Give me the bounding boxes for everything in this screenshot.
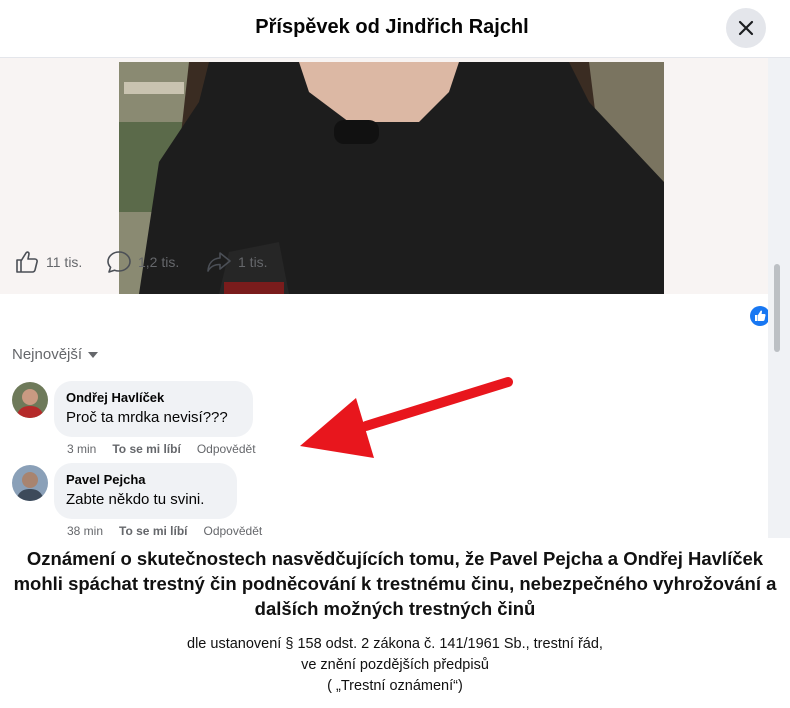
comments-count: 1,2 tis. (138, 254, 180, 270)
red-arrow-annotation (300, 377, 513, 458)
like-action[interactable]: 11 tis. (14, 250, 94, 274)
legal-notice: Oznámení o skutečnostech nasvědčujících … (0, 538, 790, 708)
notice-subtitle: dle ustanovení § 158 odst. 2 zákona č. 1… (0, 634, 790, 697)
dialog-title: Příspěvek od Jindřich Rajchl (255, 16, 529, 38)
chevron-down-icon (88, 352, 99, 359)
post-stats-bar: 11 tis. 1,2 tis. 1 tis. (0, 244, 768, 280)
like-reaction-badge[interactable] (750, 306, 770, 326)
sort-label: Nejnovější (12, 346, 83, 363)
thumbs-up-icon (16, 251, 38, 273)
close-icon (738, 20, 754, 36)
share-icon (207, 252, 231, 272)
post-dialog-header: Příspěvek od Jindřich Rajchl (0, 0, 790, 58)
share-action[interactable]: 1 tis. (206, 250, 286, 274)
avatar-image (12, 382, 48, 418)
reply-link[interactable]: Odpovědět (204, 524, 263, 538)
comment-icon (107, 251, 131, 273)
notice-line-3: ( „Trestní oznámení“) (327, 678, 463, 694)
shares-count: 1 tis. (238, 254, 268, 270)
like-comment-link[interactable]: To se mi líbí (119, 524, 187, 538)
comment-actions: 3 min To se mi líbí Odpovědět (67, 442, 256, 456)
close-button[interactable] (726, 8, 766, 48)
notice-title: Oznámení o skutečnostech nasvědčujících … (13, 548, 777, 619)
avatar-image (12, 465, 48, 501)
comment-action[interactable]: 1,2 tis. (106, 250, 196, 274)
scrollbar-thumb[interactable] (774, 264, 780, 352)
comment-text: Zabte někdo tu svini. (66, 491, 205, 508)
avatar[interactable] (12, 465, 48, 501)
comment-actions: 38 min To se mi líbí Odpovědět (67, 524, 262, 538)
like-comment-link[interactable]: To se mi líbí (112, 442, 180, 456)
comment-time[interactable]: 38 min (67, 524, 103, 538)
thumbs-up-icon (755, 310, 766, 321)
likes-count: 11 tis. (46, 254, 83, 270)
comment-bubble: Ondřej Havlíček Proč ta mrdka nevisí??? (54, 381, 253, 437)
comment-text: Proč ta mrdka nevisí??? (66, 409, 228, 426)
notice-line-1: dle ustanovení § 158 odst. 2 zákona č. 1… (187, 636, 603, 652)
comment-bubble: Pavel Pejcha Zabte někdo tu svini. (54, 463, 237, 519)
comment-time[interactable]: 3 min (67, 442, 96, 456)
reply-link[interactable]: Odpovědět (197, 442, 256, 456)
comment-sort-dropdown[interactable]: Nejnovější (12, 346, 99, 363)
scrollbar[interactable] (768, 58, 790, 538)
comment-author[interactable]: Pavel Pejcha (66, 471, 225, 488)
notice-line-2: ve znění pozdějších předpisů (301, 657, 489, 673)
comment-author[interactable]: Ondřej Havlíček (66, 389, 241, 406)
avatar[interactable] (12, 382, 48, 418)
